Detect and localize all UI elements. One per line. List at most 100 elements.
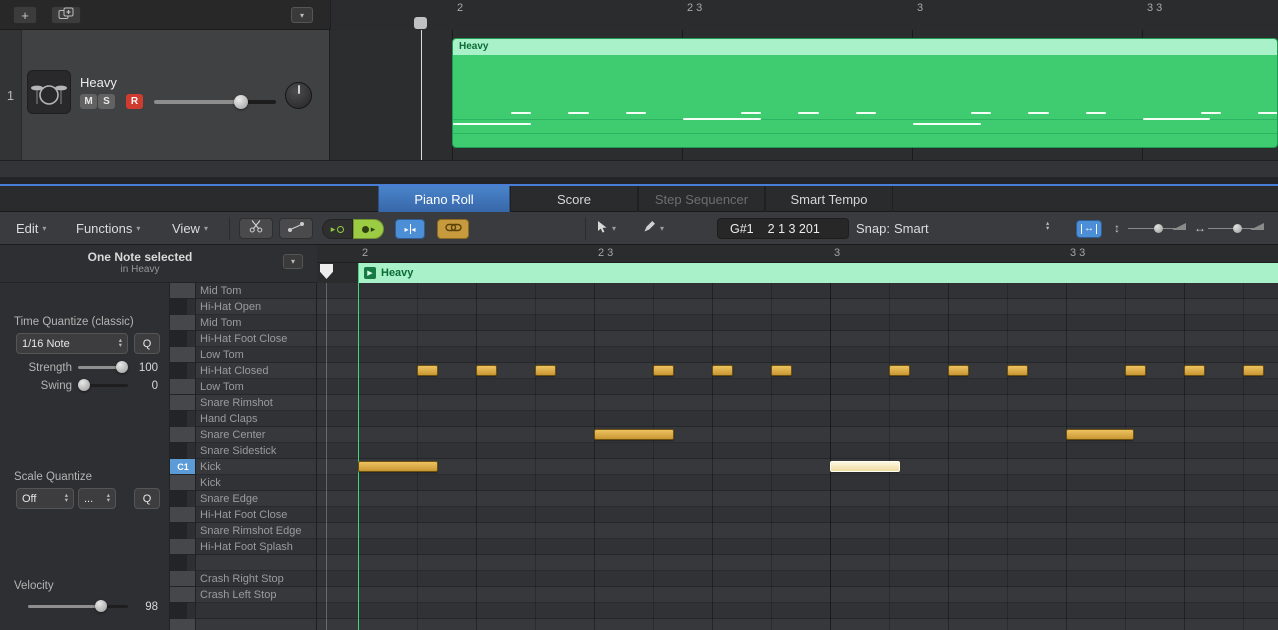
lane-name[interactable]: [196, 555, 316, 571]
drum-key[interactable]: [170, 475, 196, 491]
drum-key[interactable]: [170, 587, 196, 603]
midi-note[interactable]: [535, 365, 556, 376]
midi-note[interactable]: [771, 365, 792, 376]
auto-zoom-button[interactable]: ↔: [1076, 220, 1102, 238]
split-tool-button[interactable]: [239, 218, 273, 239]
lane-name[interactable]: Hi-Hat Open: [196, 299, 316, 315]
volume-knob[interactable]: [234, 95, 248, 109]
automation-button[interactable]: [279, 218, 313, 239]
drum-key[interactable]: [170, 507, 196, 523]
drum-key[interactable]: [170, 299, 187, 315]
region-header[interactable]: ▶ Heavy: [358, 263, 1278, 283]
tab-piano-roll[interactable]: Piano Roll: [378, 186, 510, 212]
drum-key[interactable]: [170, 555, 187, 571]
drum-key[interactable]: [170, 347, 196, 363]
note-grid[interactable]: [317, 283, 1278, 630]
track-header[interactable]: 1 Heavy M S R: [0, 30, 330, 160]
track-header-options-button[interactable]: ▾: [291, 7, 313, 23]
lane-name[interactable]: Crash Right Stop: [196, 571, 316, 587]
midi-note[interactable]: [1243, 365, 1264, 376]
lane-name[interactable]: Hi-Hat Foot Close: [196, 331, 316, 347]
editor-ruler[interactable]: 22 333 3: [317, 245, 1278, 263]
pencil-tool-menu[interactable]: ▾: [643, 220, 664, 236]
edit-menu[interactable]: Edit▾: [16, 221, 46, 236]
midi-in-button[interactable]: ▸: [322, 219, 353, 239]
snap-select[interactable]: Smart: [894, 221, 929, 236]
duplicate-track-button[interactable]: [51, 6, 81, 24]
tracks-ruler[interactable]: 22 333 3: [330, 0, 1278, 30]
lane-name[interactable]: [196, 603, 316, 619]
lane-name[interactable]: Crash Left Stop: [196, 587, 316, 603]
midi-note[interactable]: [358, 461, 438, 472]
scale-mode-select[interactable]: ... ▴▾: [78, 488, 116, 509]
vertical-zoom-slider[interactable]: [1128, 219, 1186, 237]
tracks-lane-area[interactable]: Heavy: [330, 30, 1278, 160]
drum-key[interactable]: [170, 491, 187, 507]
midi-note[interactable]: [594, 429, 674, 440]
midi-note[interactable]: [948, 365, 969, 376]
time-quantize-select[interactable]: 1/16 Note ▴▾: [16, 333, 128, 354]
lane-name[interactable]: Hi-Hat Closed: [196, 363, 316, 379]
midi-note[interactable]: [889, 365, 910, 376]
lane-name[interactable]: Snare Edge: [196, 491, 316, 507]
drum-key[interactable]: [170, 283, 196, 299]
drum-key[interactable]: [170, 395, 196, 411]
add-track-button[interactable]: +: [13, 6, 37, 24]
velocity-slider[interactable]: [28, 599, 128, 613]
pan-knob[interactable]: [285, 82, 312, 109]
drum-key[interactable]: [170, 331, 187, 347]
volume-slider[interactable]: [154, 90, 276, 112]
drum-key[interactable]: [170, 379, 196, 395]
lane-name[interactable]: Mid Tom: [196, 283, 316, 299]
midi-note[interactable]: [476, 365, 497, 376]
midi-note-selected[interactable]: [830, 461, 900, 472]
drum-key[interactable]: [170, 571, 196, 587]
inspector-options-button[interactable]: ▾: [283, 254, 303, 269]
lane-name[interactable]: Snare Sidestick: [196, 443, 316, 459]
solo-button[interactable]: S: [98, 94, 115, 109]
drum-key[interactable]: [170, 443, 187, 459]
midi-note[interactable]: [1007, 365, 1028, 376]
lane-name[interactable]: Hi-Hat Foot Splash: [196, 539, 316, 555]
swing-slider[interactable]: [78, 378, 128, 392]
midi-out-button[interactable]: ▸: [353, 219, 384, 239]
lane-name[interactable]: [196, 619, 316, 630]
midi-note[interactable]: [712, 365, 733, 376]
region-name-bar[interactable]: Heavy: [453, 39, 1277, 55]
mute-button[interactable]: M: [80, 94, 97, 109]
drum-key[interactable]: [170, 363, 187, 379]
lane-name[interactable]: Mid Tom: [196, 315, 316, 331]
record-enable-button[interactable]: R: [126, 94, 143, 109]
lane-name[interactable]: Hand Claps: [196, 411, 316, 427]
functions-menu[interactable]: Functions▾: [76, 221, 140, 236]
quantize-apply-button[interactable]: Q: [134, 333, 160, 354]
horizontal-zoom-slider[interactable]: [1208, 219, 1264, 237]
tab-smart-tempo[interactable]: Smart Tempo: [765, 186, 893, 212]
region-play-icon[interactable]: ▶: [364, 267, 376, 279]
catch-playhead-button[interactable]: ▸◂: [395, 219, 425, 239]
midi-region[interactable]: Heavy: [452, 38, 1278, 148]
drum-key[interactable]: [170, 539, 196, 555]
drum-key[interactable]: [170, 523, 187, 539]
drum-key[interactable]: [170, 411, 187, 427]
link-button[interactable]: [437, 219, 469, 239]
lane-name[interactable]: Snare Rimshot Edge: [196, 523, 316, 539]
snap-chevrons-icon[interactable]: ▴▾: [1046, 222, 1049, 231]
midi-note[interactable]: [1066, 429, 1134, 440]
pointer-tool-menu[interactable]: ▾: [597, 220, 616, 237]
lane-name[interactable]: Snare Rimshot: [196, 395, 316, 411]
lane-name[interactable]: Snare Center: [196, 427, 316, 443]
lane-name[interactable]: Low Tom: [196, 347, 316, 363]
playhead[interactable]: [421, 30, 422, 160]
playhead-handle[interactable]: [414, 17, 427, 29]
lane-name[interactable]: Kick: [196, 475, 316, 491]
drum-key[interactable]: [170, 315, 196, 331]
lane-name[interactable]: Hi-Hat Foot Close: [196, 507, 316, 523]
drum-key-selected[interactable]: C1: [170, 459, 196, 475]
view-menu[interactable]: View▾: [172, 221, 208, 236]
lane-name[interactable]: Kick: [196, 459, 316, 475]
midi-note[interactable]: [1184, 365, 1205, 376]
drum-key[interactable]: [170, 619, 196, 630]
midi-note[interactable]: [1125, 365, 1146, 376]
drum-key[interactable]: [170, 603, 187, 619]
